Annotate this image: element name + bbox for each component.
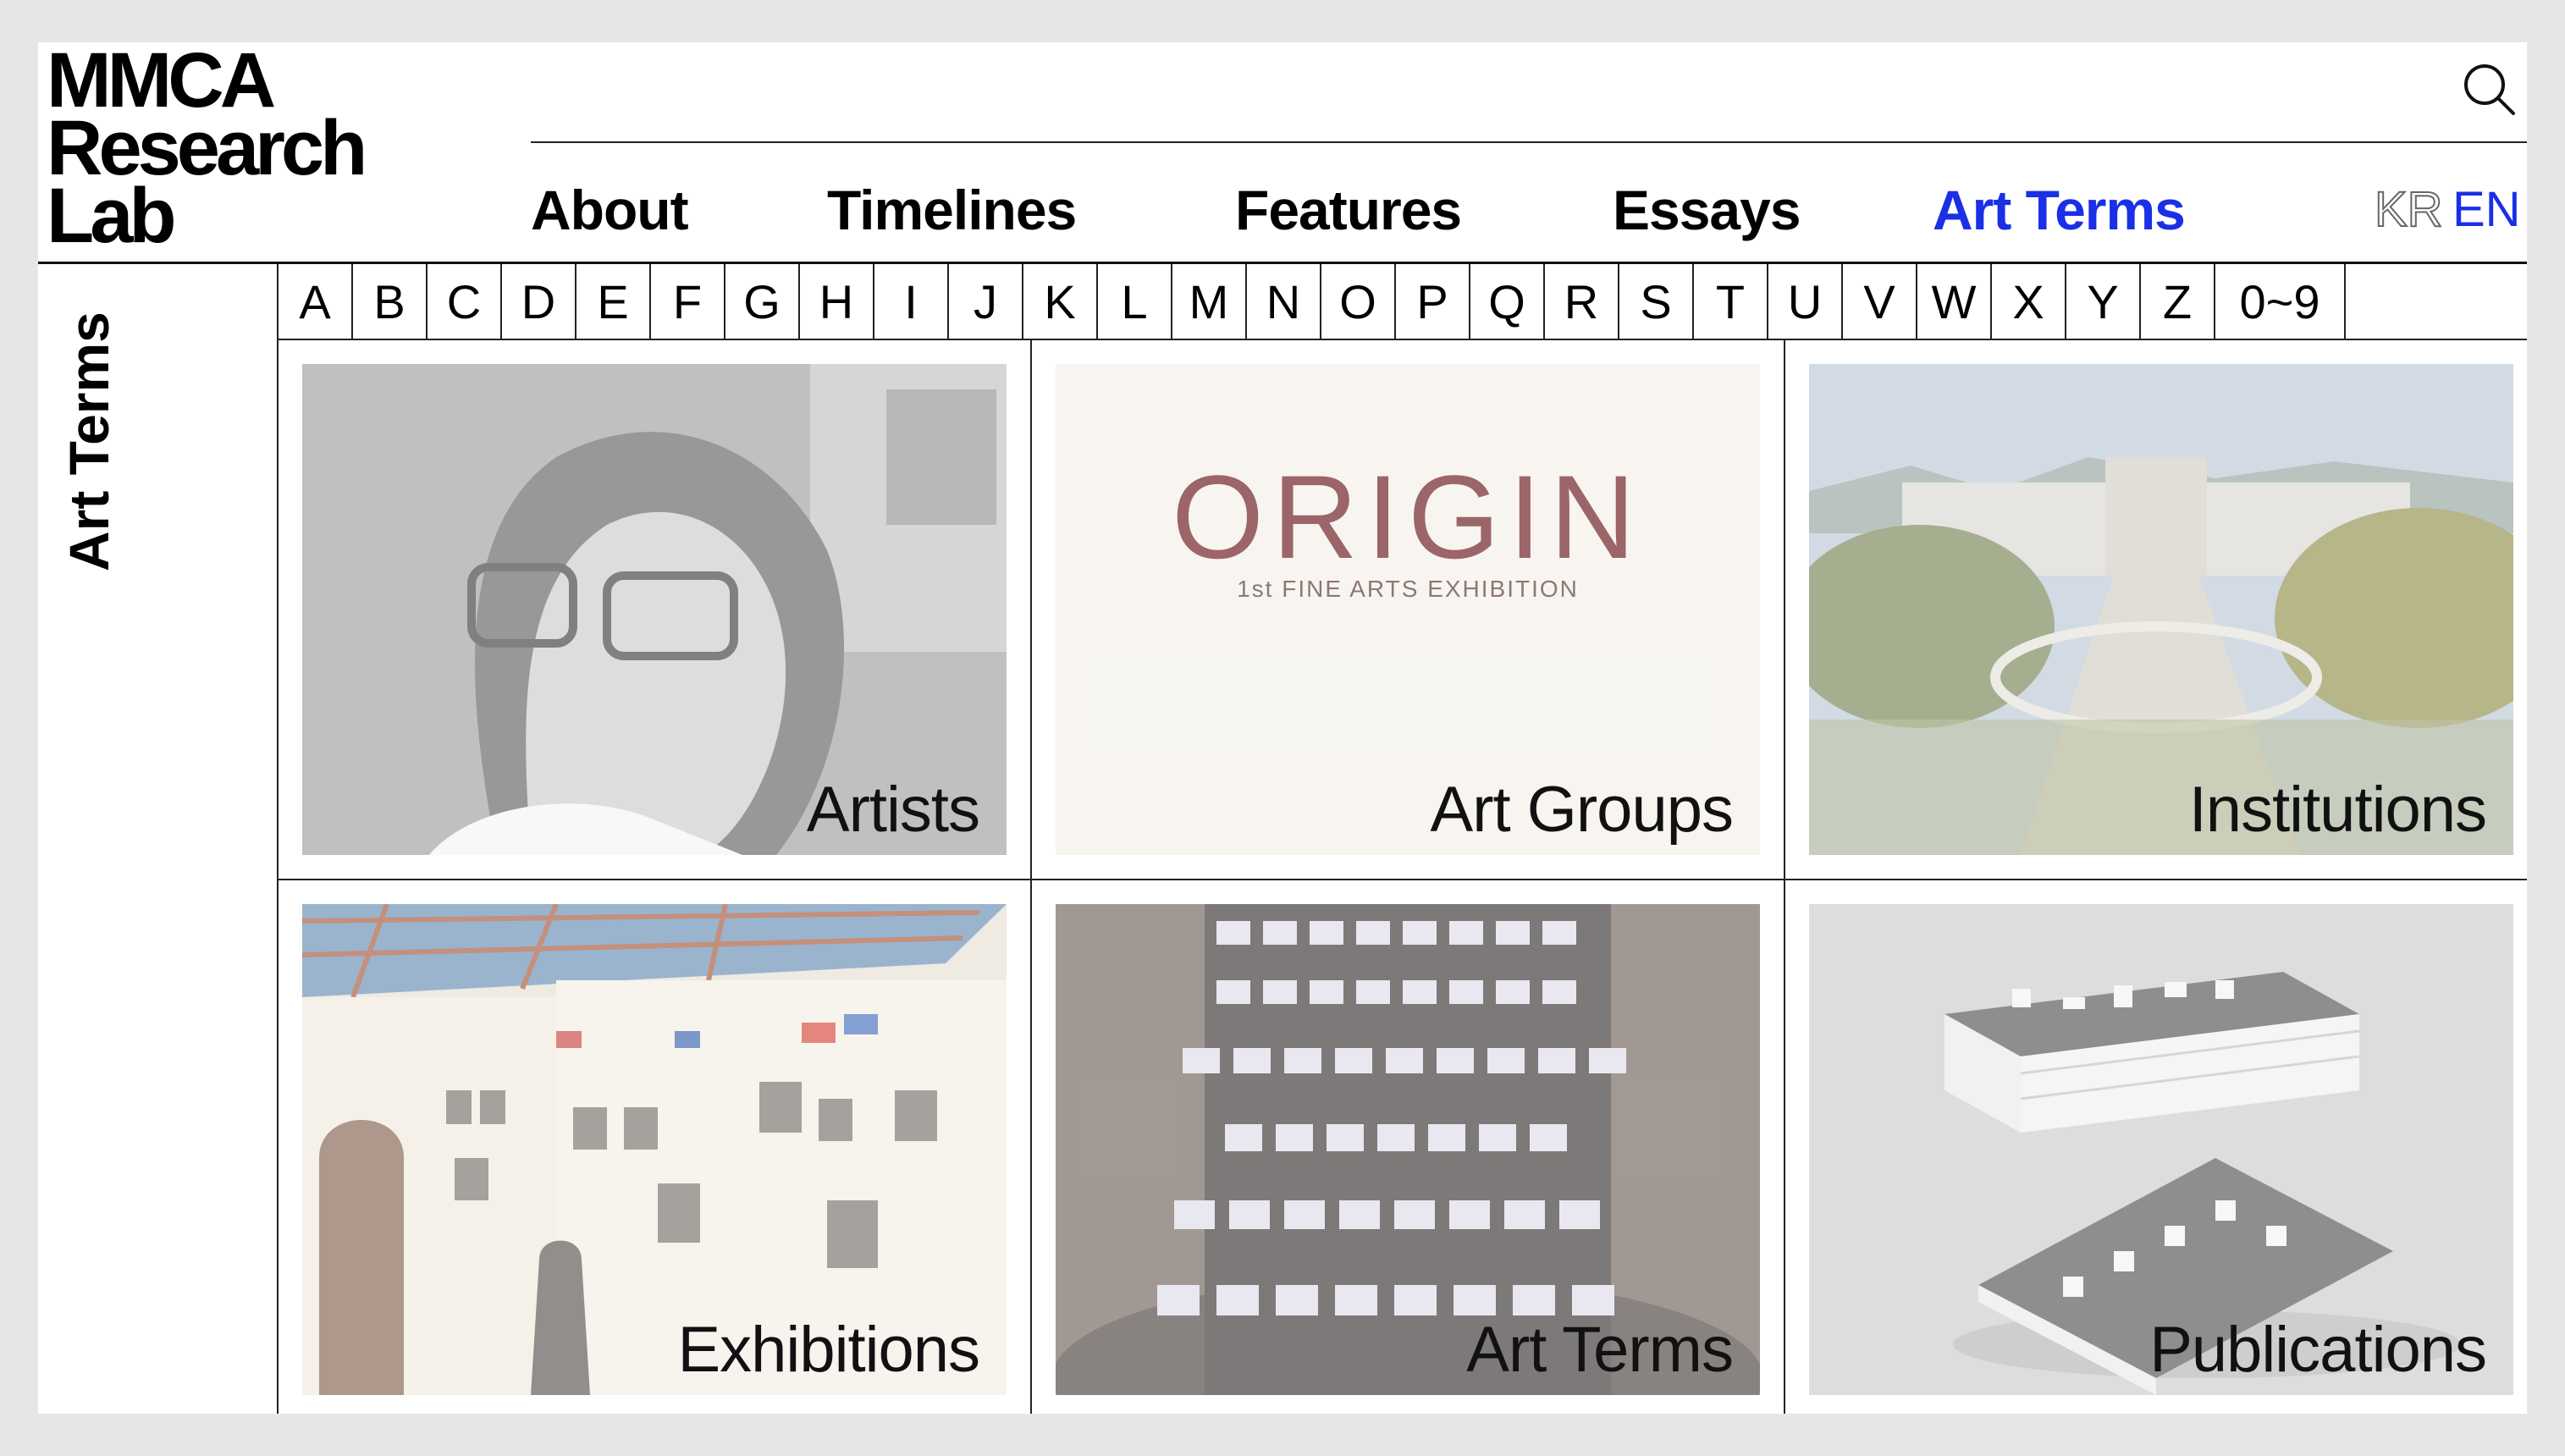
nav-features[interactable]: Features <box>1235 176 1462 244</box>
logo-line-1: MMCA <box>47 37 276 124</box>
alphabet-letter-t[interactable]: T <box>1694 264 1768 339</box>
alphabet-letter-e[interactable]: E <box>576 264 651 339</box>
category-label: Exhibitions <box>677 1314 980 1386</box>
alphabet-letter-s[interactable]: S <box>1619 264 1694 339</box>
alphabet-index: A B C D E F G H I J K L M N O P Q R S T U V W X Y Z 0~9 <box>279 264 2527 340</box>
page: MMCA Research Lab About Timelines Featur… <box>38 37 2527 1414</box>
alphabet-letter-o[interactable]: O <box>1321 264 1396 339</box>
alphabet-letter-r[interactable]: R <box>1545 264 1619 339</box>
category-label: Art Groups <box>1430 774 1734 846</box>
alphabet-letter-a[interactable]: A <box>279 264 353 339</box>
logo-line-2: Research <box>47 105 367 191</box>
alphabet-letter-g[interactable]: G <box>725 264 800 339</box>
category-art-groups[interactable]: ORIGIN 1st FINE ARTS EXHIBITION Art Grou… <box>1032 340 1784 879</box>
sidebar-title: Art Terms <box>58 312 120 571</box>
alphabet-letter-f[interactable]: F <box>651 264 725 339</box>
alphabet-letter-c[interactable]: C <box>428 264 502 339</box>
search-button[interactable] <box>2459 59 2518 119</box>
nav-timelines[interactable]: Timelines <box>827 176 1077 244</box>
alphabet-letter-y[interactable]: Y <box>2066 264 2141 339</box>
alphabet-letter-q[interactable]: Q <box>1470 264 1545 339</box>
category-exhibitions[interactable]: Exhibitions <box>279 880 1030 1419</box>
alphabet-letter-d[interactable]: D <box>502 264 576 339</box>
alphabet-letter-i[interactable]: I <box>874 264 949 339</box>
search-icon <box>2464 64 2515 115</box>
nav-art-terms[interactable]: Art Terms <box>1933 176 2186 244</box>
category-artists[interactable]: Artists <box>279 340 1030 879</box>
alphabet-letter-j[interactable]: J <box>949 264 1023 339</box>
alphabet-letter-x[interactable]: X <box>1992 264 2066 339</box>
lang-en[interactable]: EN <box>2452 176 2521 244</box>
alphabet-letter-0-9[interactable]: 0~9 <box>2215 264 2346 339</box>
category-label: Institutions <box>2188 774 2487 846</box>
category-institutions[interactable]: Institutions <box>1785 340 2537 879</box>
logo[interactable]: MMCA Research Lab <box>47 37 367 259</box>
alphabet-letter-l[interactable]: L <box>1098 264 1172 339</box>
alphabet-letter-v[interactable]: V <box>1843 264 1917 339</box>
alphabet-letter-n[interactable]: N <box>1247 264 1321 339</box>
alphabet-letter-b[interactable]: B <box>353 264 428 339</box>
category-art-terms[interactable]: Art Terms <box>1032 880 1784 1419</box>
alphabet-letter-w[interactable]: W <box>1917 264 1992 339</box>
alphabet-letter-u[interactable]: U <box>1768 264 1843 339</box>
category-label: Artists <box>806 774 980 846</box>
category-label: Art Terms <box>1466 1314 1734 1386</box>
alphabet-letter-p[interactable]: P <box>1396 264 1470 339</box>
lang-kr[interactable]: KR <box>2374 176 2444 244</box>
alphabet-letter-k[interactable]: K <box>1023 264 1098 339</box>
logo-line-3: Lab <box>47 173 177 259</box>
alphabet-letter-z[interactable]: Z <box>2141 264 2215 339</box>
alphabet-letter-m[interactable]: M <box>1172 264 1247 339</box>
nav-about[interactable]: About <box>531 176 689 244</box>
alphabet-letter-h[interactable]: H <box>800 264 874 339</box>
nav-essays[interactable]: Essays <box>1613 176 1801 244</box>
header-top-rule <box>531 141 2527 143</box>
category-label: Publications <box>2149 1314 2487 1386</box>
category-publications[interactable]: Publications <box>1785 880 2537 1419</box>
